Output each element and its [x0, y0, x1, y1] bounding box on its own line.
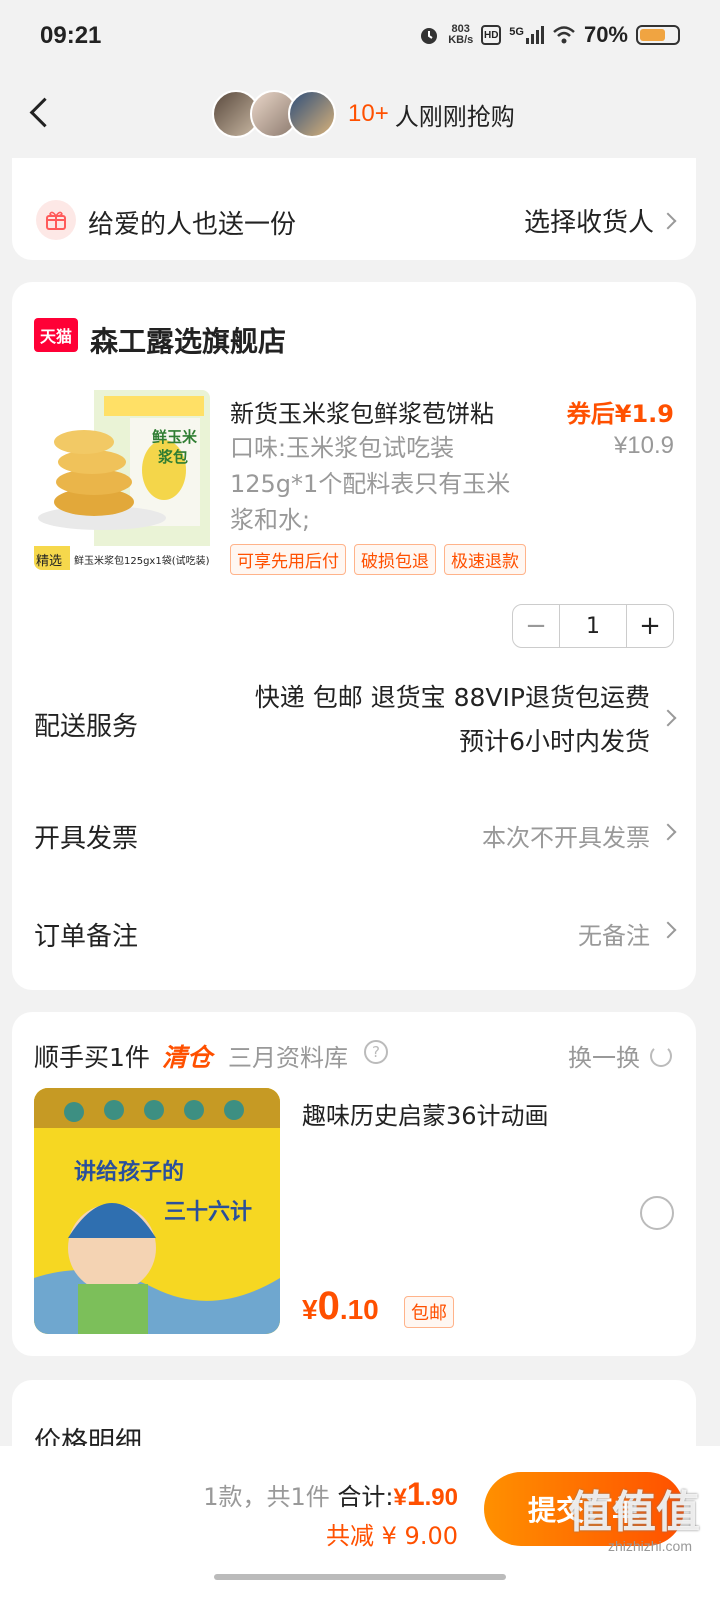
chevron-right-icon: [659, 709, 677, 727]
increase-button[interactable]: +: [627, 605, 673, 647]
buyer-count: 10+: [348, 100, 389, 127]
clock: 09:21: [40, 22, 102, 49]
addon-shop-name: 三月资料库: [228, 1044, 348, 1072]
total-discount: 共减 ¥ 9.00: [326, 1522, 458, 1550]
addon-title: 顺手买1件: [34, 1043, 150, 1072]
delivery-line: 预计6小时内发货: [459, 727, 650, 756]
price-original: ¥10.9: [613, 432, 674, 459]
help-icon[interactable]: ?: [364, 1040, 388, 1064]
quantity-input[interactable]: 1: [559, 605, 627, 647]
gift-card[interactable]: 给爱的人也送一份 选择收货人: [12, 158, 696, 260]
shop-name[interactable]: 森工露选旗舰店: [90, 320, 286, 360]
watermark-url: zhizhizhi.com: [607, 1538, 692, 1554]
status-icons: 803 KB/s HD 5G 70%: [418, 22, 680, 48]
delivery-line: 快递 包邮 退货宝 88VIP退货包运费: [254, 683, 650, 712]
delivery-label: 配送服务: [34, 712, 139, 742]
product-image-caption-prefix: 精选: [36, 554, 63, 569]
avatar: [288, 90, 336, 138]
item-count: 1款，共1件: [203, 1483, 330, 1511]
buyer-text: 人刚刚抢购: [394, 102, 515, 131]
invoice-row[interactable]: 开具发票 本次不开具发票: [12, 812, 696, 862]
order-summary: 1款，共1件 合计:¥1.90: [203, 1476, 458, 1513]
service-tags: 可享先用后付 破损包退 极速退款: [230, 544, 526, 575]
battery-fill: [640, 29, 666, 41]
addon-image-text: 讲给孩子的: [74, 1160, 185, 1185]
top-bar: 10+ 人刚刚抢购: [0, 76, 720, 160]
order-note-row[interactable]: 订单备注 无备注: [12, 910, 696, 960]
battery-icon: [636, 25, 680, 45]
addon-image-text: 三十六计: [164, 1200, 253, 1225]
gift-label: 给爱的人也送一份: [88, 210, 297, 240]
recent-buyers: 10+ 人刚刚抢购: [212, 90, 515, 138]
hd-icon: HD: [481, 25, 502, 45]
invoice-value: 本次不开具发票: [482, 824, 650, 852]
decrease-button[interactable]: −: [513, 605, 559, 647]
total-amount: ¥1.90: [393, 1476, 458, 1512]
order-note-value: 无备注: [578, 922, 650, 950]
addon-product-title[interactable]: 趣味历史启蒙36计动画: [302, 1096, 549, 1131]
product-spec: 口味:玉米浆包试吃装125g*1个配料表只有玉米浆和水;: [230, 434, 511, 534]
tmall-logo: 天猫: [34, 318, 78, 352]
addon-product-image[interactable]: 讲给孩子的 三十六计: [34, 1088, 280, 1334]
product-image-label: 浆包: [158, 448, 189, 466]
chevron-right-icon: [659, 823, 677, 841]
free-shipping-tag: 包邮: [404, 1296, 454, 1328]
back-button[interactable]: [24, 96, 60, 132]
total-label: 合计:: [337, 1483, 394, 1511]
product-image-label: 鲜玉米: [152, 428, 198, 446]
alarm-icon: [421, 28, 438, 44]
gift-icon: [36, 200, 76, 240]
delivery-info: 快递 包邮 退货宝 88VIP退货包运费 预计6小时内发货: [255, 676, 650, 764]
refresh-label: 换一换: [568, 1044, 640, 1072]
product-image-caption: 鲜玉米浆包125gx1袋(试吃装): [74, 556, 210, 567]
chevron-right-icon: [659, 212, 677, 229]
wifi-icon: [553, 26, 575, 44]
order-note-label: 订单备注: [34, 922, 139, 952]
chevron-right-icon: [659, 921, 677, 939]
choose-recipient-label: 选择收货人: [523, 208, 654, 238]
invoice-label: 开具发票: [34, 824, 139, 854]
quantity-stepper: − 1 +: [512, 604, 674, 648]
addon-card: 顺手买1件 清仓 三月资料库 ? 换一换 讲给孩子的 三十六计 趣味历史启蒙36…: [12, 1012, 696, 1356]
delivery-row[interactable]: 配送服务 快递 包邮 退货宝 88VIP退货包运费 预计6小时内发货: [12, 676, 696, 776]
addon-price: ¥0.10: [302, 1284, 379, 1328]
refresh-icon: [650, 1044, 672, 1067]
clearance-badge: 清仓: [162, 1043, 213, 1072]
service-tag: 破损包退: [354, 544, 436, 575]
product-image[interactable]: 鲜玉米 浆包 精选 鲜玉米浆包125gx1袋(试吃装): [34, 390, 210, 570]
addon-select-radio[interactable]: [640, 1196, 674, 1230]
net-speed: 803 KB/s: [448, 23, 474, 46]
choose-recipient-button[interactable]: 选择收货人: [523, 202, 677, 239]
order-card: 天猫 森工露选旗舰店 鲜玉米 浆包 精选 鲜玉米浆包125gx1袋(试吃装) 新…: [12, 282, 696, 990]
service-tag: 极速退款: [444, 544, 526, 575]
status-bar: 09:21 803 KB/s HD 5G 70%: [0, 0, 720, 76]
buyer-avatars: [212, 90, 336, 138]
home-indicator[interactable]: [214, 1574, 506, 1580]
product-title[interactable]: 新货玉米浆包鲜浆苞饼粘: [230, 394, 494, 429]
checkout-bar: 1款，共1件 合计:¥1.90 共减 ¥ 9.00 提交订单 值值值 zhizh…: [0, 1446, 720, 1600]
refresh-button[interactable]: 换一换: [568, 1038, 672, 1073]
price-after-coupon: 券后¥1.9: [566, 400, 674, 428]
battery-percent: 70%: [583, 22, 628, 47]
signal-icon: 5G: [509, 26, 544, 44]
service-tag: 可享先用后付: [230, 544, 346, 575]
watermark-logo: 值值值: [568, 1487, 700, 1538]
